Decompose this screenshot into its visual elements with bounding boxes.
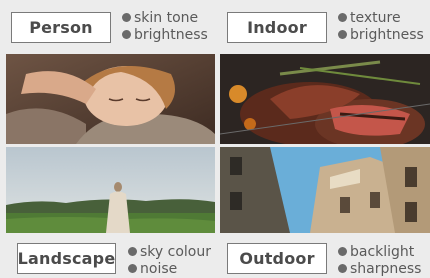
category-tile-landscape: Landscape: [17, 243, 116, 274]
feature-item: noise: [128, 261, 211, 278]
feature-list-person: skin tone brightness: [122, 10, 208, 44]
category-label: Indoor: [247, 18, 307, 37]
bullet-icon: [338, 30, 347, 39]
photo-person: [6, 54, 215, 144]
bullet-icon: [338, 247, 347, 256]
feature-item: sharpness: [338, 261, 421, 278]
bullet-icon: [338, 264, 347, 273]
category-label: Outdoor: [239, 249, 315, 268]
bullet-icon: [122, 30, 131, 39]
photo-outdoor: [220, 147, 430, 233]
feature-item: brightness: [338, 27, 424, 44]
photo-landscape: [6, 147, 215, 233]
bullet-icon: [122, 13, 131, 22]
feature-item: brightness: [122, 27, 208, 44]
category-tile-outdoor: Outdoor: [227, 243, 327, 274]
bullet-icon: [338, 13, 347, 22]
feature-item: skin tone: [122, 10, 208, 27]
category-label: Person: [29, 18, 93, 37]
bullet-icon: [128, 247, 137, 256]
category-label: Landscape: [17, 249, 116, 268]
feature-item: sky colour: [128, 244, 211, 261]
feature-item: backlight: [338, 244, 421, 261]
photo-indoor: [220, 54, 430, 144]
feature-list-indoor: texture brightness: [338, 10, 424, 44]
category-tile-person: Person: [11, 12, 111, 43]
feature-item: texture: [338, 10, 424, 27]
bullet-icon: [128, 264, 137, 273]
category-tile-indoor: Indoor: [227, 12, 327, 43]
